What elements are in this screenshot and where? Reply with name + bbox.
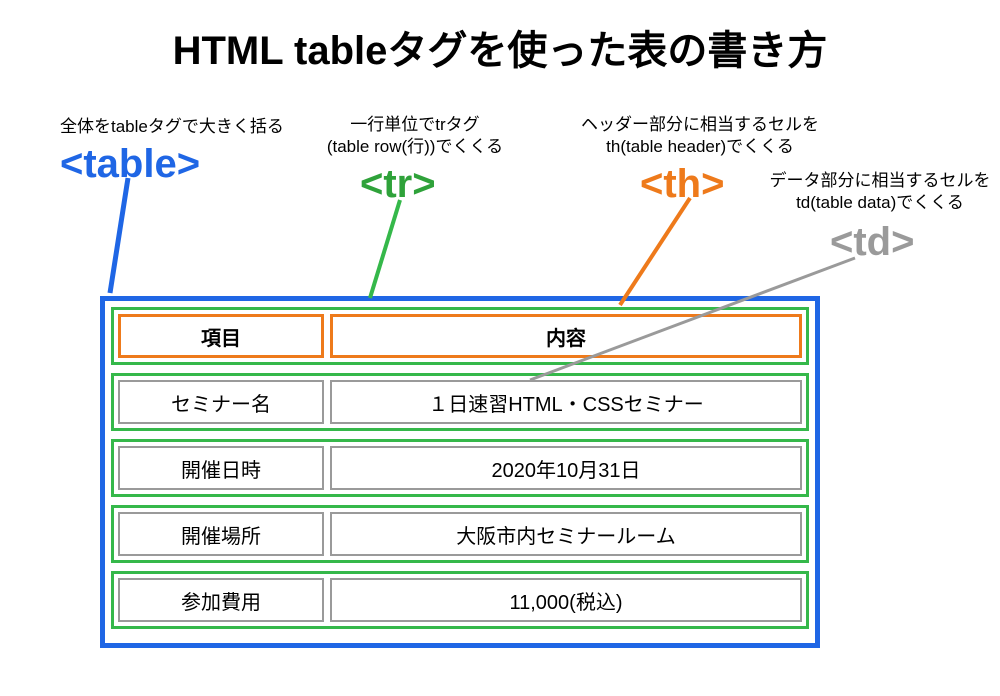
anno-td-desc2: td(table data)でくくる [796,193,964,212]
table-outline: 項目 内容 セミナー名 １日速習HTML・CSSセミナー 開催日時 2020年1… [100,296,820,648]
diagram-area: 全体をtableタグで大きく括る <table> 一行単位でtrタグ (tabl… [0,76,1000,696]
anno-tr-desc1: 一行単位でtrタグ [350,115,479,134]
table-row: 開催日時 2020年10月31日 [111,439,809,497]
anno-th-tag: <th> [640,158,724,210]
td-cell: 2020年10月31日 [330,446,802,490]
th-cell-col1: 項目 [118,314,324,358]
anno-th-desc2: th(table header)でくくる [606,137,794,156]
table-row: セミナー名 １日速習HTML・CSSセミナー [111,373,809,431]
anno-table-tag: <table> [60,138,200,190]
anno-td-tag: <td> [830,216,914,268]
td-cell: 参加費用 [118,578,324,622]
anno-th-desc1: ヘッダー部分に相当するセルを [581,115,819,134]
anno-td-desc1: データ部分に相当するセルを [770,171,991,190]
td-cell: 大阪市内セミナールーム [330,512,802,556]
table-row: 開催場所 大阪市内セミナールーム [111,505,809,563]
anno-table-desc: 全体をtableタグで大きく括る [60,116,284,138]
anno-tr-desc2: (table row(行))でくくる [327,137,503,156]
anno-tr-tag: <tr> [360,158,436,210]
td-cell: 11,000(税込) [330,578,802,622]
th-cell-col2: 内容 [330,314,802,358]
td-cell: １日速習HTML・CSSセミナー [330,380,802,424]
page-title: HTML tableタグを使った表の書き方 [0,0,1000,76]
td-cell: 開催場所 [118,512,324,556]
td-cell: 開催日時 [118,446,324,490]
table-header-row: 項目 内容 [111,307,809,365]
table-row: 参加費用 11,000(税込) [111,571,809,629]
td-cell: セミナー名 [118,380,324,424]
